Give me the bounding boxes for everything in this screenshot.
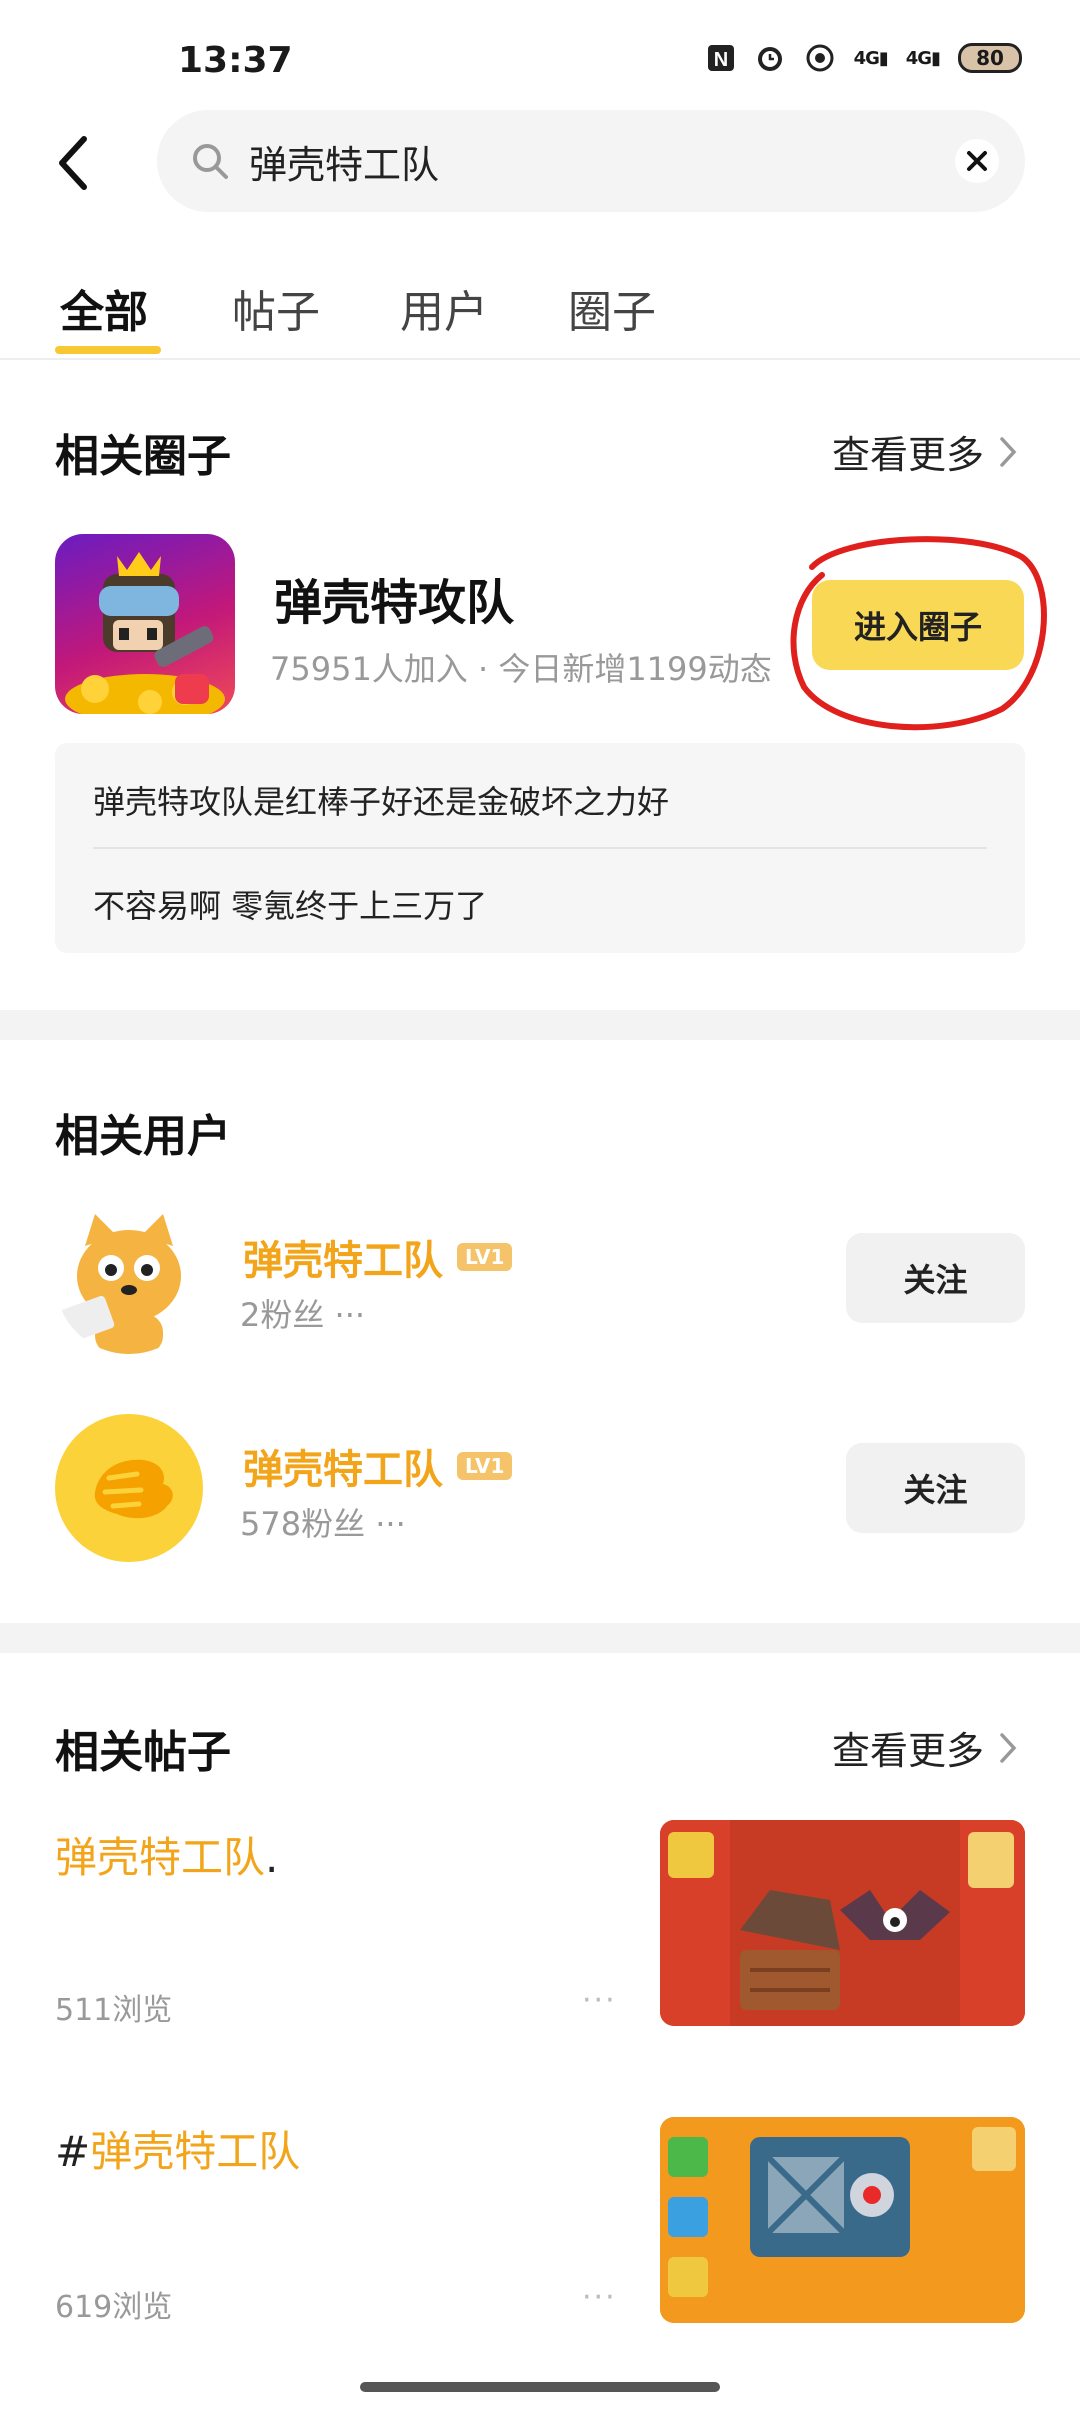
section-divider — [0, 1623, 1080, 1653]
close-icon — [967, 151, 987, 171]
status-time: 13:37 — [178, 40, 293, 81]
post-thumbnail[interactable] — [660, 2117, 1025, 2323]
search-box[interactable]: 弹壳特工队 — [157, 110, 1025, 212]
level-badge: LV1 — [457, 1452, 513, 1480]
post-title-suffix: . — [265, 1833, 279, 1882]
signal-1-label: 4G — [853, 47, 880, 69]
post-title-prefix: # — [55, 2127, 91, 2176]
search-icon — [193, 144, 228, 179]
post-thumbnail[interactable] — [660, 1820, 1025, 2026]
circle-name[interactable]: 弹壳特攻队 — [274, 563, 514, 633]
signal-icon: 4G▮ — [853, 47, 889, 69]
tab-all[interactable]: 全部 — [60, 276, 148, 340]
follow-button[interactable]: 关注 — [846, 1443, 1025, 1533]
circle-hot-posts: 弹壳特攻队是红棒子好还是金破坏之力好 不容易啊 零氪终于上三万了 — [55, 743, 1025, 953]
circle-stats: 75951人加入 · 今日新增1199动态 — [270, 650, 772, 688]
more-options-button[interactable]: ··· — [582, 1983, 617, 2018]
chevron-left-icon — [59, 135, 87, 190]
posts-section-title: 相关帖子 — [55, 1727, 231, 1778]
battery-icon: 80 — [958, 43, 1022, 73]
section-divider — [0, 1010, 1080, 1040]
tab-posts[interactable]: 帖子 — [232, 276, 320, 340]
tab-users[interactable]: 用户 — [400, 276, 488, 340]
post-views: 511浏览 — [55, 1993, 173, 2028]
user-fans: 2粉丝 ··· — [240, 1296, 366, 1334]
post-views: 619浏览 — [55, 2290, 173, 2325]
chevron-right-icon — [1000, 1732, 1017, 1763]
nfc-icon: N — [707, 45, 734, 71]
tab-bar: 全部 帖子 用户 圈子 — [0, 270, 1080, 360]
level-badge: LV1 — [457, 1243, 513, 1271]
search-input[interactable]: 弹壳特工队 — [249, 134, 439, 189]
users-section-title: 相关用户 — [55, 1111, 231, 1162]
user-name-text: 弹壳特工队 — [243, 1447, 443, 1493]
home-indicator[interactable] — [360, 2382, 720, 2392]
clear-search-button[interactable] — [955, 139, 999, 183]
user-name-text: 弹壳特工队 — [243, 1238, 443, 1284]
game-scene-thumbnail — [660, 1820, 1025, 2026]
signal-icon: 4G▮ — [905, 47, 941, 69]
game-character-icon — [65, 552, 225, 714]
status-bar: 13:37 N 4G▮ 4G▮ 80 — [0, 0, 1080, 120]
chevron-right-icon — [1000, 436, 1017, 467]
data-saver-icon — [806, 44, 834, 72]
posts-more-link[interactable]: 查看更多 — [832, 1720, 1018, 1775]
post-title[interactable]: 弹壳特工队. — [55, 1824, 278, 1885]
back-button[interactable] — [52, 125, 102, 200]
status-icons: N 4G▮ 4G▮ 80 — [706, 42, 1022, 74]
user-name[interactable]: 弹壳特工队 LV1 — [243, 1228, 513, 1286]
signal-2-label: 4G — [905, 47, 932, 69]
red-annotation-circle — [790, 536, 1047, 731]
circles-more-label: 查看更多 — [831, 433, 984, 477]
battery-level: 80 — [976, 46, 1004, 70]
post-title-main: 弹壳特工队 — [55, 1833, 266, 1882]
svg-text:N: N — [713, 49, 727, 71]
circle-icon[interactable] — [55, 534, 235, 714]
avatar[interactable] — [55, 1206, 203, 1354]
divider — [93, 847, 987, 849]
active-tab-indicator — [55, 346, 161, 354]
circles-section-title: 相关圈子 — [55, 431, 231, 482]
post-title-main: 弹壳特工队 — [90, 2127, 301, 2176]
posts-more-label: 查看更多 — [831, 1729, 984, 1773]
user-name[interactable]: 弹壳特工队 LV1 — [243, 1437, 513, 1495]
alarm-icon — [757, 47, 782, 71]
circles-more-link[interactable]: 查看更多 — [832, 424, 1018, 479]
post-title[interactable]: #弹壳特工队 — [55, 2118, 300, 2179]
tab-circles[interactable]: 圈子 — [568, 276, 656, 340]
hot-post-item[interactable]: 不容易啊 零氪终于上三万了 — [93, 881, 487, 927]
flame-avatar-icon — [94, 1459, 173, 1519]
avatar[interactable] — [55, 1414, 203, 1562]
more-options-button[interactable]: ··· — [582, 2280, 617, 2315]
user-fans: 578粉丝 ··· — [240, 1505, 406, 1543]
game-scene-thumbnail — [660, 2117, 1025, 2323]
hot-post-item[interactable]: 弹壳特攻队是红棒子好还是金破坏之力好 — [93, 777, 669, 823]
cat-avatar-icon — [59, 1214, 181, 1354]
follow-button[interactable]: 关注 — [846, 1233, 1025, 1323]
